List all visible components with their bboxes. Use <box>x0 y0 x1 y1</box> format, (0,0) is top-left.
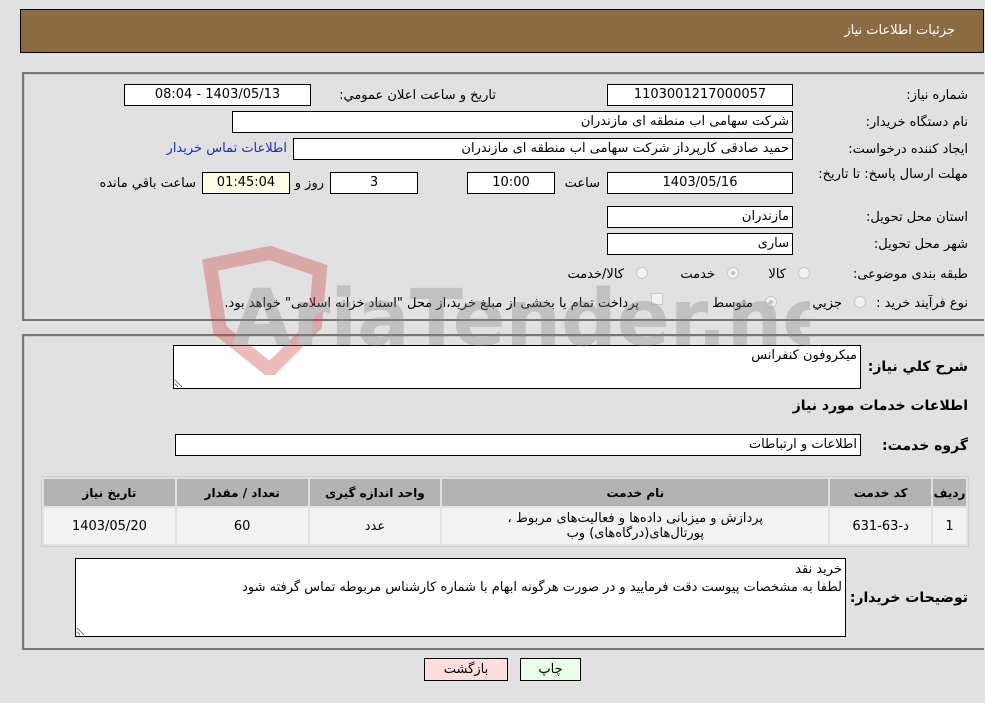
process-option-medium: متوسط <box>712 296 753 311</box>
need-number-field[interactable]: 1103001217000057 <box>607 84 793 106</box>
services-table: رديف كد خدمت نام خدمت واحد اندازه گيری ت… <box>41 476 969 547</box>
deadline-date-field[interactable]: 1403/05/16 <box>607 172 793 194</box>
process-radio-minor[interactable] <box>854 296 866 308</box>
buyer-notes-label: توضيحات خريدار: <box>849 590 968 606</box>
back-button[interactable]: بازگشت <box>424 658 508 681</box>
treasury-note: پرداخت تمام يا بخشی از مبلغ خريد،از محل … <box>224 296 639 311</box>
time-label: ساعت <box>564 176 600 191</box>
print-button[interactable]: چاپ <box>520 658 581 681</box>
city-field[interactable]: ساری <box>607 233 793 255</box>
cell-code: د-63-631 <box>830 508 931 544</box>
deadline-label: مهلت ارسال پاسخ: تا تاريخ: <box>818 167 968 182</box>
province-field[interactable]: مازندران <box>607 206 793 228</box>
col-name: نام خدمت <box>442 479 829 506</box>
cell-name: پردازش و میزبانی داده‌ها و فعالیت‌های مر… <box>442 508 829 544</box>
cell-name-line2: پورتال‌های(درگاه‌های) وب <box>566 526 705 541</box>
process-radio-medium[interactable] <box>765 296 777 308</box>
category-label: طبقه بندی موضوعی: <box>852 267 968 282</box>
col-quantity: تعداد / مقدار <box>176 479 308 506</box>
services-section-title: اطلاعات خدمات مورد نياز <box>792 398 968 414</box>
category-radio-goods[interactable] <box>798 267 810 279</box>
col-code: كد خدمت <box>830 479 931 506</box>
process-option-minor: جزيي <box>812 296 842 311</box>
remaining-time-field: 01:45:04 <box>202 172 290 194</box>
cell-quantity: 60 <box>176 508 308 544</box>
description-textarea[interactable]: میکروفون کنفرانس <box>173 345 861 389</box>
cell-name-line1: پردازش و میزبانی داده‌ها و فعالیت‌های مر… <box>507 511 764 526</box>
treasury-checkbox[interactable] <box>651 293 663 305</box>
announce-datetime-field[interactable]: 1403/05/13 - 08:04 <box>124 84 311 106</box>
category-radio-both[interactable] <box>636 267 648 279</box>
days-field[interactable]: 3 <box>330 172 418 194</box>
days-label: روز و <box>294 176 324 191</box>
table-row: 1 د-63-631 پردازش و میزبانی داده‌ها و فع… <box>44 508 966 544</box>
remaining-label: ساعت باقي مانده <box>99 176 196 191</box>
cell-index: 1 <box>932 508 966 544</box>
services-panel: شرح كلي نياز: میکروفون کنفرانس اطلاعات خ… <box>22 334 984 650</box>
col-index: رديف <box>932 479 966 506</box>
buyer-org-label: نام دستگاه خريدار: <box>865 115 968 130</box>
category-radio-service[interactable] <box>727 267 739 279</box>
table-header-row: رديف كد خدمت نام خدمت واحد اندازه گيری ت… <box>44 479 966 506</box>
page-header: جزئیات اطلاعات نیاز <box>20 9 984 53</box>
category-option-goods: کالا <box>768 267 786 282</box>
deadline-time-field[interactable]: 10:00 <box>467 172 555 194</box>
city-label: شهر محل تحويل: <box>873 237 968 252</box>
category-option-both: کالا/خدمت <box>567 267 624 282</box>
buyer-notes-textarea[interactable]: خرید نقد لطفا به مشخصات پیوست دقت فرمایی… <box>75 558 846 637</box>
col-date: تاريخ نياز <box>44 479 175 506</box>
service-group-label: گروه خدمت: <box>882 438 968 454</box>
page-title: جزئیات اطلاعات نیاز <box>844 23 955 38</box>
description-label: شرح كلي نياز: <box>867 359 968 375</box>
service-group-field[interactable]: اطلاعات و ارتباطات <box>175 434 861 456</box>
need-details-panel: شماره نیاز: 1103001217000057 تاریخ و ساع… <box>22 72 984 321</box>
announce-label: تاریخ و ساعت اعلان عمومي: <box>339 88 496 103</box>
need-number-label: شماره نیاز: <box>906 88 968 103</box>
buyer-org-field[interactable]: شرکت سهامی اب منطقه ای مازندران <box>232 111 793 133</box>
creator-field[interactable]: حمید صادقی کارپرداز شرکت سهامی اب منطقه … <box>293 138 793 160</box>
cell-unit: عدد <box>309 508 441 544</box>
col-unit: واحد اندازه گيری <box>309 479 441 506</box>
cell-date: 1403/05/20 <box>44 508 175 544</box>
category-option-service: خدمت <box>680 267 715 282</box>
buyer-contact-link[interactable]: اطلاعات تماس خريدار <box>167 141 287 156</box>
province-label: استان محل تحويل: <box>866 210 968 225</box>
process-label: نوع فرآيند خريد : <box>876 296 968 311</box>
creator-label: ايجاد كننده درخواست: <box>848 142 968 157</box>
